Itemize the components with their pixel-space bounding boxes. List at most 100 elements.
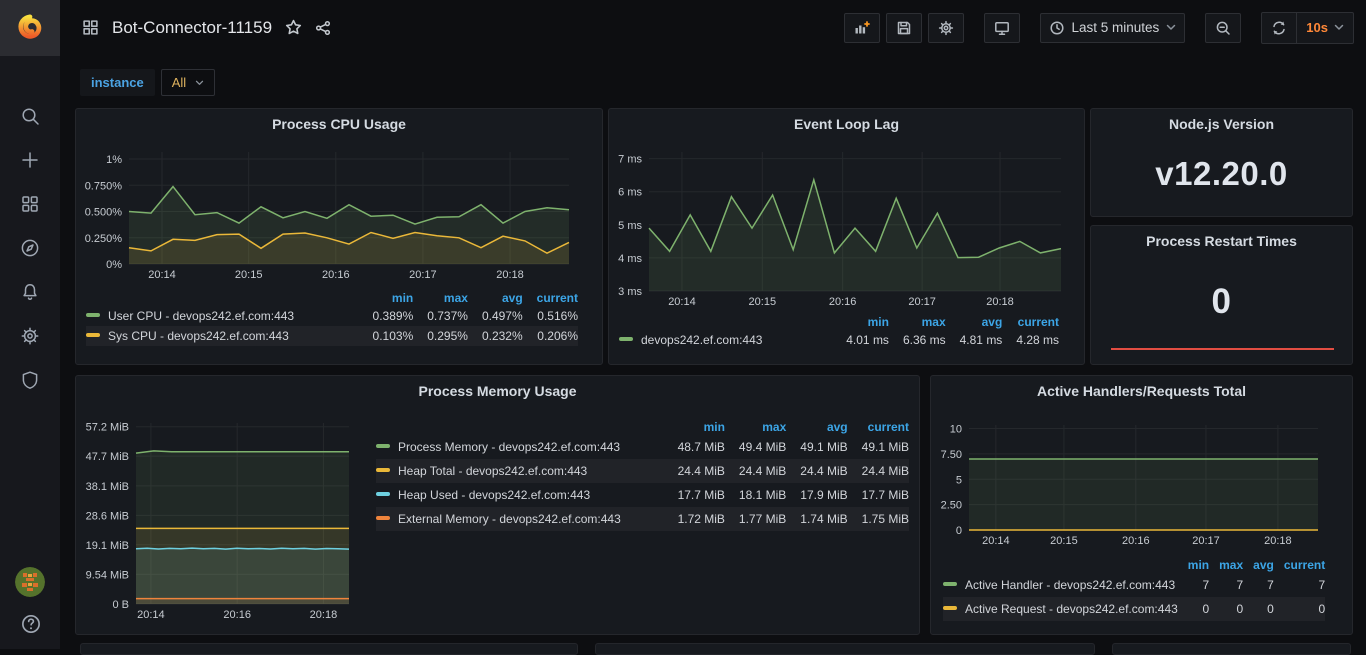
sidebar-item-search[interactable] [20,106,40,126]
zoom-out-icon [1215,20,1231,36]
series-color-swatch[interactable] [943,582,957,586]
next-row-panel-top [1112,643,1351,655]
legend-header-avg[interactable]: avg [468,291,523,306]
nodejs-version-value: v12.20.0 [1091,155,1352,193]
svg-text:20:17: 20:17 [409,269,437,281]
svg-text:20:18: 20:18 [310,609,338,621]
legend-stat-max: 0.737% [413,306,468,326]
panel-active-handlers-requests: Active Handlers/Requests Total 02.5057.5… [930,375,1353,635]
legend-stat-avg: 1.74 MiB [786,507,847,531]
legend-stat-max: 0 [1209,597,1243,621]
legend-header-max[interactable]: max [889,315,946,330]
sidebar [0,0,60,649]
svg-text:4 ms: 4 ms [618,253,642,265]
zoom-out-button[interactable] [1205,13,1241,43]
sidebar-item-create[interactable] [20,150,40,170]
svg-text:10: 10 [950,424,962,436]
share-icon[interactable] [315,20,331,36]
legend-stat-max: 7 [1209,573,1243,597]
grafana-flame-icon [15,12,45,44]
legend-header-min[interactable]: min [359,291,414,306]
add-panel-icon [854,20,870,36]
variable-value-dropdown[interactable]: All [161,69,215,96]
legend-header-current[interactable]: current [848,420,909,435]
legend-row[interactable]: devops242.ef.com:4434.01 ms6.36 ms4.81 m… [619,330,1059,350]
svg-text:7 ms: 7 ms [618,154,642,166]
series-color-swatch[interactable] [376,492,390,496]
series-color-swatch[interactable] [376,468,390,472]
avatar-image [15,567,45,597]
sidebar-item-explore[interactable] [20,238,40,258]
legend-header-min[interactable]: min [664,420,725,435]
svg-text:20:17: 20:17 [1192,535,1220,547]
series-color-swatch[interactable] [86,333,100,337]
panel-process-memory-usage: Process Memory Usage 0 B9.54 MiB19.1 MiB… [75,375,920,635]
panel-title[interactable]: Event Loop Lag [609,116,1084,132]
panel-title[interactable]: Node.js Version [1091,116,1352,132]
series-color-swatch[interactable] [619,337,633,341]
star-icon[interactable] [285,19,302,36]
svg-text:0.750%: 0.750% [85,180,123,192]
legend-header-current[interactable]: current [1274,558,1325,573]
series-color-swatch[interactable] [86,313,100,317]
svg-text:47.7 MiB: 47.7 MiB [86,451,129,463]
sidebar-item-alerting[interactable] [20,282,40,302]
legend-header-max[interactable]: max [725,420,786,435]
legend-header-avg[interactable]: avg [786,420,847,435]
panel-title[interactable]: Process Memory Usage [76,383,919,399]
dashboard-title[interactable]: Bot-Connector-11159 [112,18,272,38]
legend-row[interactable]: Process Memory - devops242.ef.com:44348.… [376,435,909,459]
svg-text:1%: 1% [106,154,122,166]
series-color-swatch[interactable] [943,606,957,610]
dashboard-settings-button[interactable] [928,13,964,43]
refresh-interval-dropdown[interactable]: 10s [1296,13,1353,43]
user-avatar[interactable] [15,567,45,597]
svg-text:0: 0 [956,525,962,537]
gear-icon [20,326,40,346]
series-color-swatch[interactable] [376,516,390,520]
panel-title[interactable]: Process Restart Times [1091,233,1352,249]
legend-stat-current: 7 [1274,573,1325,597]
legend-stat-min: 1.72 MiB [664,507,725,531]
svg-text:20:18: 20:18 [1264,535,1292,547]
sidebar-item-server-admin[interactable] [20,370,40,390]
legend-row[interactable]: Active Request - devops242.ef.com:443000… [943,597,1325,621]
cycle-view-button[interactable] [984,13,1020,43]
legend-header-avg[interactable]: avg [946,315,1003,330]
svg-text:0 B: 0 B [112,599,129,611]
legend-row[interactable]: External Memory - devops242.ef.com:4431.… [376,507,909,531]
next-row-panel-top [80,643,578,655]
svg-text:28.6 MiB: 28.6 MiB [86,510,129,522]
chevron-down-icon [1334,24,1344,31]
legend-header-min[interactable]: min [1178,558,1209,573]
legend-header-min[interactable]: min [832,315,889,330]
refresh-button[interactable] [1262,13,1296,43]
legend-stat-min: 17.7 MiB [664,483,725,507]
legend-header-max[interactable]: max [1209,558,1243,573]
legend-stat-current: 4.28 ms [1002,330,1059,350]
legend-row[interactable]: User CPU - devops242.ef.com:4430.389%0.7… [86,306,578,326]
sidebar-item-configuration[interactable] [20,326,40,346]
svg-text:20:14: 20:14 [982,535,1010,547]
time-range-picker[interactable]: Last 5 minutes [1040,13,1186,43]
legend-row[interactable]: Active Handler - devops242.ef.com:443777… [943,573,1325,597]
sidebar-item-dashboards[interactable] [20,194,40,214]
svg-text:3 ms: 3 ms [618,286,642,298]
chevron-down-icon [1166,24,1176,31]
svg-text:9.54 MiB: 9.54 MiB [86,569,129,581]
legend-row[interactable]: Sys CPU - devops242.ef.com:4430.103%0.29… [86,326,578,346]
add-panel-button[interactable] [844,13,880,43]
legend-header-avg[interactable]: avg [1243,558,1274,573]
save-dashboard-button[interactable] [886,13,922,43]
grafana-logo[interactable] [0,0,60,56]
legend-header-current[interactable]: current [1002,315,1059,330]
panel-title[interactable]: Process CPU Usage [76,116,602,132]
sidebar-item-help[interactable] [20,613,40,633]
legend-row[interactable]: Heap Used - devops242.ef.com:44317.7 MiB… [376,483,909,507]
legend-row[interactable]: Heap Total - devops242.ef.com:44324.4 Mi… [376,459,909,483]
legend-header-current[interactable]: current [523,291,578,306]
plus-icon [20,150,40,170]
panel-title[interactable]: Active Handlers/Requests Total [931,383,1352,399]
legend-header-max[interactable]: max [413,291,468,306]
series-color-swatch[interactable] [376,444,390,448]
